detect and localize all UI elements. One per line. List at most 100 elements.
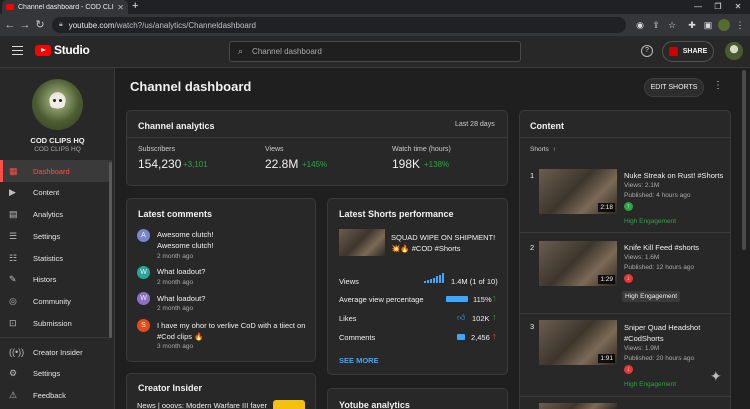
histors-icon: ✎: [9, 273, 17, 284]
forward-icon[interactable]: →: [19, 18, 31, 32]
search-input[interactable]: Channel dashboard: [252, 47, 322, 56]
statistics-icon: ☷: [9, 252, 18, 263]
comment-time: 2 month ago: [157, 305, 194, 312]
more-options-icon[interactable]: ⋮: [713, 80, 723, 91]
reload-icon[interactable]: ↻: [34, 18, 46, 32]
lock-icon: 🔒︎: [59, 21, 63, 28]
content-title: Content: [530, 121, 564, 131]
side-panel-icon[interactable]: ▣: [702, 19, 714, 31]
up-arrow-icon: ↑: [492, 312, 497, 322]
help-icon[interactable]: ?: [641, 45, 653, 57]
short-video-title[interactable]: SQUAD WIPE ON SHIPMENT! 💥🔥 #COD #Shorts: [391, 232, 503, 254]
comment-time: 2 month ago: [157, 279, 194, 286]
up-arrow-icon: ↑: [492, 331, 497, 341]
stat-value: 22.8M: [265, 157, 299, 171]
duration-badge: 1:91: [598, 354, 615, 363]
sidebar-item-settings-bottom[interactable]: ⚙ Settings: [0, 362, 112, 384]
content-item-title[interactable]: Knife Kill Feed #shorts: [624, 243, 699, 252]
bookmark-star-icon[interactable]: ☆: [666, 19, 678, 31]
content-thumbnail[interactable]: 1:29: [539, 241, 617, 286]
sidebar-item-creator-insider[interactable]: ((•)) Creator Insider: [0, 341, 112, 363]
share-icon: [668, 47, 678, 56]
share-button[interactable]: SHARE: [662, 41, 714, 62]
sidebar-item-settings[interactable]: ☰ Settings: [0, 225, 112, 247]
content-item-title[interactable]: Nuke Streak on Rust! #Shorts: [624, 171, 723, 180]
comment-time: 3 month ago: [157, 343, 194, 350]
channel-subtitle: COD CLIPS HQ: [34, 146, 81, 153]
google-lens-icon[interactable]: ◉: [634, 19, 646, 31]
feedback-icon: ⚠: [9, 389, 18, 400]
minimize-icon[interactable]: —: [688, 0, 708, 14]
dashboard-icon: ▦: [9, 165, 18, 176]
submission-icon: ⊡: [9, 317, 17, 328]
sidebar-item-submission[interactable]: ⊡ Submission: [0, 312, 112, 334]
engagement-label: High Engagement: [624, 218, 677, 225]
trend-down-icon: ↓: [624, 274, 633, 283]
back-icon[interactable]: ←: [4, 18, 16, 32]
commenter-avatar[interactable]: W: [137, 266, 150, 279]
engagement-label: High Engagement: [624, 381, 677, 388]
sidebar-item-feedback[interactable]: ⚠ Feedback: [0, 384, 112, 406]
hamburger-menu-icon[interactable]: [12, 46, 23, 55]
search-box[interactable]: ⌕ Channel dashboard: [229, 41, 521, 62]
new-tab-button[interactable]: +: [132, 0, 138, 14]
perf-value: 102K: [472, 314, 490, 323]
content-thumbnail[interactable]: 2:18: [539, 169, 617, 214]
sidebar-item-analytics[interactable]: ▤ Analytics: [0, 203, 112, 225]
stat-label: Subscribers: [138, 146, 175, 153]
sidebar-item-community[interactable]: ◎ Community: [0, 290, 112, 312]
stat-label: Views: [265, 146, 284, 153]
latest-comments-title: Latest comments: [138, 209, 213, 219]
address-bar[interactable]: 🔒︎ youtube.com /watch?/us/analytics/Chan…: [52, 17, 626, 33]
content-sort[interactable]: Shorts ↑: [530, 146, 556, 153]
content-divider: [519, 137, 731, 138]
channel-avatar[interactable]: [32, 79, 83, 130]
creator-insider-snippet[interactable]: News | ooovs: Modern Warfare III faver: [137, 401, 267, 409]
channel-name: COD CLIPS HQ: [30, 136, 85, 145]
profile-avatar-icon[interactable]: [718, 19, 730, 31]
gear-icon: ⚙: [9, 367, 18, 378]
up-arrow-icon: ↑: [492, 293, 497, 303]
sidebar-item-statistics[interactable]: ☷ Statistics: [0, 247, 112, 269]
share-page-icon[interactable]: ⇪: [650, 19, 662, 31]
studio-logo-text: Studio: [54, 43, 90, 57]
edit-shorts-button[interactable]: EDIT SHORTS: [644, 78, 704, 97]
browser-tab[interactable]: Channel dashboard - COD CLIPS HQ ✕: [2, 0, 128, 14]
maximize-icon[interactable]: ❐: [708, 0, 728, 14]
commenter-avatar[interactable]: W: [137, 292, 150, 305]
sidebar-scrollbar[interactable]: [109, 162, 112, 338]
sidebar-item-content[interactable]: ▶ Content: [0, 181, 112, 203]
see-more-link[interactable]: SEE MORE: [339, 356, 379, 365]
analytics-period: Last 28 days: [455, 121, 495, 128]
commenter-avatar[interactable]: S: [137, 319, 150, 332]
page-title: Channel dashboard: [130, 79, 252, 94]
perf-label: Comments: [339, 333, 376, 342]
engagement-badge: High Engagement: [622, 291, 681, 302]
browser-menu-icon[interactable]: ⋮: [734, 19, 746, 31]
comment-text: Awesome clutch! Awesome clutch!: [157, 230, 214, 250]
settings-icon: ☰: [9, 230, 18, 241]
latest-shorts-title: Latest Shorts performance: [339, 209, 454, 219]
account-avatar[interactable]: [725, 42, 743, 60]
content-thumbnail[interactable]: 1:91: [539, 320, 617, 365]
youtube-analytics-title: Yotube analytics: [339, 400, 410, 409]
extensions-icon[interactable]: ✚: [686, 19, 698, 31]
sparkle-icon[interactable]: ✦: [710, 368, 722, 385]
tab-close-icon[interactable]: ✕: [117, 3, 124, 12]
sidebar-item-dashboard[interactable]: ▦ Dashboard: [0, 160, 112, 182]
main-scrollbar[interactable]: [742, 70, 746, 250]
window-close-icon[interactable]: ✕: [728, 0, 748, 14]
commenter-avatar[interactable]: A: [137, 229, 150, 242]
comment-text: What loadout?: [157, 294, 206, 303]
stat-delta: +145%: [302, 160, 328, 169]
content-published: Published: 12 hours ago: [624, 264, 695, 271]
tab-title: Channel dashboard - COD CLIPS HQ: [18, 3, 114, 11]
short-thumbnail[interactable]: [339, 229, 385, 256]
youtube-logo-icon[interactable]: [35, 45, 51, 56]
channel-analytics-title: Channel analytics: [138, 121, 215, 131]
content-thumbnail[interactable]: [539, 403, 617, 409]
creator-insider-thumbnail[interactable]: [273, 400, 305, 409]
sidebar-item-histors[interactable]: ✎ Histors: [0, 268, 112, 290]
content-views: Views: 1.9M: [624, 345, 660, 352]
content-item-title[interactable]: Sniper Quad Headshot #CodShorts: [624, 322, 704, 344]
